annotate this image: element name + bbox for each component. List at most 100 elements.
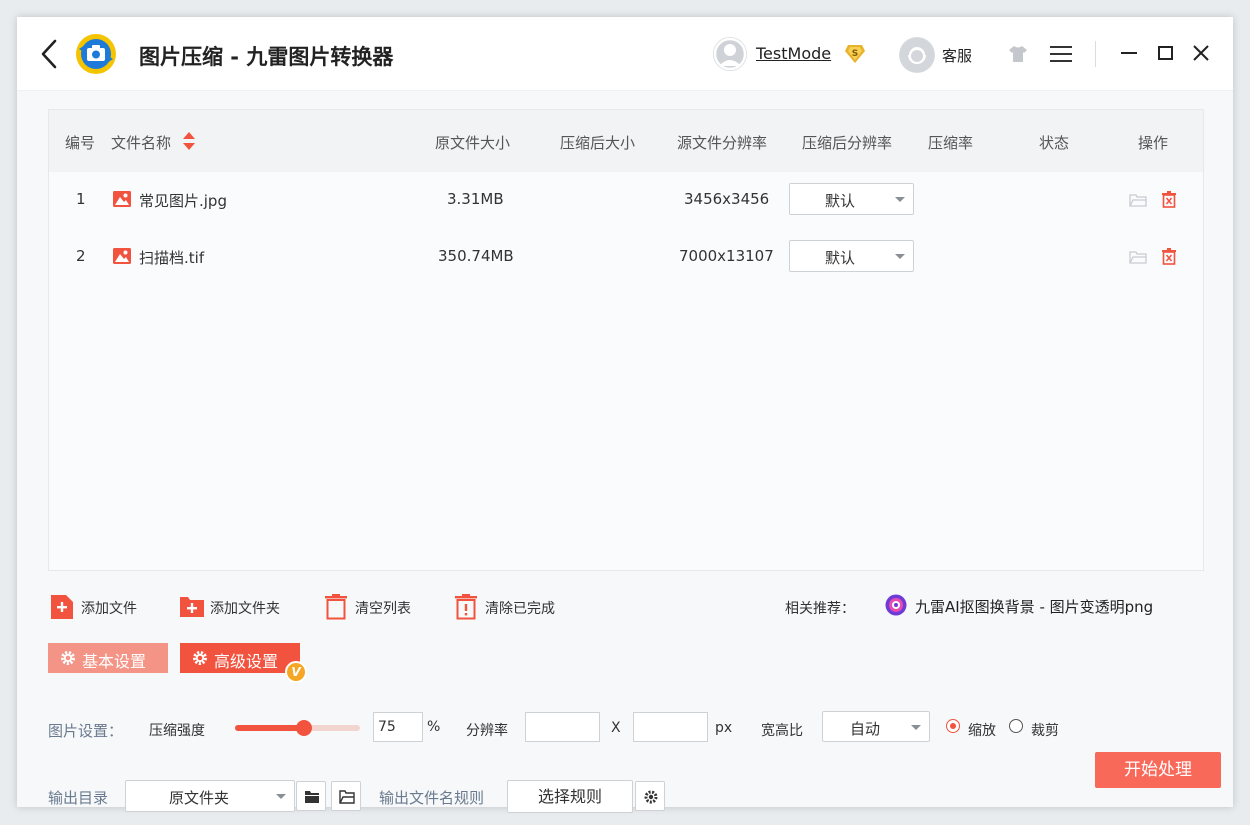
- trash-icon: [325, 594, 347, 620]
- row-index: 1: [76, 190, 86, 208]
- header-ratio: 压缩率: [928, 134, 974, 152]
- image-file-icon: [113, 191, 131, 207]
- tab-advanced-label: 高级设置: [214, 652, 279, 671]
- add-folder-icon: [180, 597, 204, 617]
- open-folder-icon[interactable]: [1129, 248, 1147, 266]
- support-label[interactable]: 客服: [942, 45, 972, 66]
- output-dir-value: 原文件夹: [168, 789, 229, 807]
- add-folder-button[interactable]: 添加文件夹: [179, 594, 309, 620]
- chevron-down-icon: [895, 254, 905, 259]
- resolution-select-value: 默认: [824, 192, 855, 210]
- header-status: 状态: [1039, 134, 1070, 152]
- resolution-select[interactable]: 默认: [789, 240, 914, 272]
- username-link[interactable]: TestMode: [756, 44, 831, 63]
- chevron-down-icon: [911, 725, 921, 730]
- table-header: 编号 文件名称 原文件大小 压缩后大小 源文件分辨率 压缩后分辨率 压缩率 状态…: [49, 110, 1203, 172]
- table-row[interactable]: 1 常见图片.jpg 3.31MB 3456x3456 默认: [49, 172, 1203, 229]
- resolution-select-value: 默认: [824, 249, 855, 267]
- user-avatar[interactable]: [713, 37, 747, 71]
- add-file-button[interactable]: 添加文件: [50, 594, 160, 620]
- headset-icon: [900, 38, 934, 72]
- resolution-label: 分辨率: [466, 723, 508, 739]
- open-folder-icon: [339, 790, 355, 804]
- clear-completed-label: 清除已完成: [485, 601, 555, 617]
- percent-unit: %: [427, 719, 441, 735]
- row-original-size: 3.31MB: [447, 190, 504, 208]
- chevron-down-icon: [895, 197, 905, 202]
- header-source-resolution: 源文件分辨率: [677, 134, 768, 152]
- trash-alert-icon: [455, 594, 477, 620]
- px-unit: px: [715, 720, 733, 736]
- chevron-down-icon: [276, 794, 286, 799]
- menu-icon[interactable]: [1050, 46, 1072, 62]
- strength-slider-handle[interactable]: [296, 720, 312, 736]
- back-arrow-icon[interactable]: [39, 39, 59, 69]
- header-filename[interactable]: 文件名称: [111, 132, 171, 153]
- crop-radio[interactable]: [1009, 719, 1023, 733]
- strength-input[interactable]: 75: [373, 712, 423, 742]
- row-index: 2: [76, 247, 86, 265]
- resolution-select[interactable]: 默认: [789, 183, 914, 215]
- ai-cutout-app-icon[interactable]: [885, 594, 907, 616]
- clear-completed-button[interactable]: 清除已完成: [454, 594, 584, 620]
- gear-icon: [644, 790, 658, 804]
- add-file-icon: [51, 595, 73, 619]
- open-folder-icon[interactable]: [1129, 191, 1147, 209]
- sort-icon[interactable]: [182, 131, 196, 151]
- app-title: 图片压缩 - 九雷图片转换器: [139, 45, 394, 69]
- start-button[interactable]: 开始处理: [1095, 752, 1221, 788]
- tab-basic-settings[interactable]: 基本设置: [48, 643, 168, 673]
- row-source-resolution: 3456x3456: [684, 190, 770, 208]
- open-output-folder-button[interactable]: [331, 781, 361, 811]
- row-filename: 常见图片.jpg: [139, 192, 227, 210]
- image-file-icon: [113, 248, 131, 264]
- aspect-label: 宽高比: [761, 723, 803, 739]
- tab-basic-label: 基本设置: [82, 652, 147, 671]
- header-compressed-size: 压缩后大小: [560, 134, 636, 152]
- browse-folder-button[interactable]: [296, 781, 326, 811]
- table-row[interactable]: 2 扫描档.tif 350.74MB 7000x13107 默认: [49, 229, 1203, 286]
- scale-radio[interactable]: [946, 719, 960, 733]
- crop-label[interactable]: 裁剪: [1031, 720, 1059, 740]
- vip-diamond-icon[interactable]: S: [844, 44, 866, 64]
- header-original-size: 原文件大小: [435, 134, 511, 152]
- header-compressed-resolution: 压缩后分辨率: [802, 134, 893, 152]
- width-input[interactable]: [525, 712, 600, 742]
- gear-icon: [61, 651, 75, 665]
- recommend-link[interactable]: 九雷AI抠图换背景 - 图片变透明png: [915, 596, 1153, 617]
- svg-text:S: S: [852, 49, 858, 59]
- folder-icon: [305, 791, 319, 803]
- close-icon[interactable]: [1192, 44, 1210, 62]
- rule-settings-button[interactable]: [635, 781, 665, 811]
- tab-advanced-settings[interactable]: 高级设置: [180, 643, 300, 673]
- support-avatar[interactable]: [899, 37, 935, 73]
- height-input[interactable]: [633, 712, 708, 742]
- titlebar-divider: [1095, 41, 1096, 67]
- vip-badge: V: [285, 661, 307, 683]
- maximize-icon[interactable]: [1157, 44, 1175, 62]
- strength-slider-fill: [235, 725, 304, 731]
- delete-icon[interactable]: [1160, 190, 1178, 208]
- header-index: 编号: [65, 134, 96, 152]
- user-icon: [713, 37, 747, 71]
- title-bar: 图片压缩 - 九雷图片转换器 TestMode S 客服: [17, 17, 1233, 91]
- aspect-select[interactable]: 自动: [822, 711, 930, 742]
- strength-slider[interactable]: [235, 720, 360, 736]
- row-original-size: 350.74MB: [438, 247, 514, 265]
- output-dir-select[interactable]: 原文件夹: [125, 780, 295, 812]
- delete-icon[interactable]: [1160, 247, 1178, 265]
- clear-list-button[interactable]: 清空列表: [324, 594, 434, 620]
- image-settings-label: 图片设置：: [48, 722, 124, 740]
- app-window: 图片压缩 - 九雷图片转换器 TestMode S 客服 编号 文件名称 原文件…: [17, 17, 1233, 813]
- clear-list-label: 清空列表: [355, 601, 411, 617]
- add-folder-label: 添加文件夹: [210, 601, 280, 617]
- file-table: 编号 文件名称 原文件大小 压缩后大小 源文件分辨率 压缩后分辨率 压缩率 状态…: [48, 109, 1204, 571]
- minimize-icon[interactable]: [1120, 44, 1138, 62]
- tshirt-icon[interactable]: [1008, 45, 1028, 63]
- output-dir-label: 输出目录: [48, 789, 109, 807]
- times-sign: X: [611, 720, 621, 736]
- row-filename: 扫描档.tif: [139, 249, 205, 267]
- filename-rule-label: 输出文件名规则: [379, 789, 485, 807]
- scale-label[interactable]: 缩放: [968, 720, 996, 740]
- choose-rule-button[interactable]: 选择规则: [507, 780, 633, 813]
